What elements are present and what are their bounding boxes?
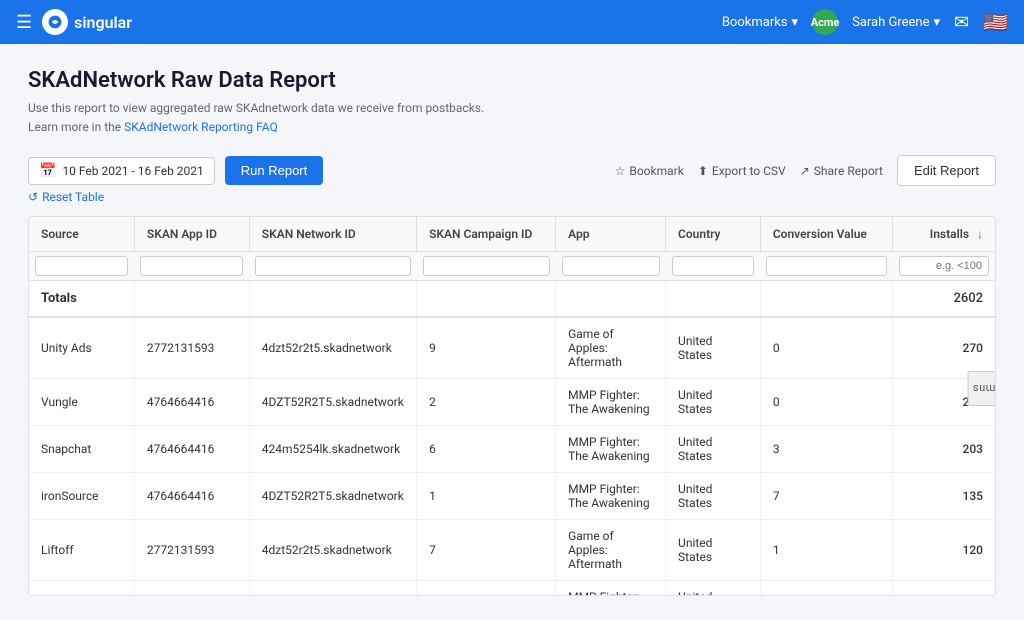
totals-row: Totals 2602 — [29, 281, 995, 318]
sort-icon: ↓ — [977, 227, 983, 241]
filter-row — [29, 252, 995, 281]
page-header: SKAdNetwork Raw Data Report Use this rep… — [28, 68, 996, 137]
share-icon: ↗ — [800, 164, 810, 178]
toolbar-left: 📅 10 Feb 2021 - 16 Feb 2021 Run Report — [28, 156, 323, 185]
user-avatar: Acme — [812, 9, 838, 35]
user-name: Sarah Greene — [852, 15, 929, 30]
toolbar: 📅 10 Feb 2021 - 16 Feb 2021 Run Report ☆… — [28, 155, 996, 186]
filter-skan-network-id[interactable] — [255, 256, 410, 276]
cell-installs: 270 — [893, 317, 995, 379]
cell-installs: 108 — [893, 581, 995, 597]
export-icon: ⬆ — [698, 164, 708, 178]
flag-icon[interactable]: 🇺🇸 — [983, 10, 1008, 34]
date-range: 10 Feb 2021 - 16 Feb 2021 — [62, 164, 203, 178]
col-conversion-value[interactable]: Conversion Value — [760, 217, 892, 252]
logo-text: singular — [74, 13, 132, 32]
filter-skan-app-id[interactable] — [140, 256, 243, 276]
date-picker[interactable]: 📅 10 Feb 2021 - 16 Feb 2021 — [28, 157, 215, 185]
export-csv-link[interactable]: ⬆ Export to CSV — [698, 164, 786, 178]
user-menu[interactable]: Sarah Greene ▾ — [852, 15, 940, 30]
main-content: SKAdNetwork Raw Data Report Use this rep… — [0, 44, 1024, 620]
user-chevron-icon: ▾ — [933, 15, 940, 30]
menu-icon[interactable]: ☰ — [16, 12, 32, 33]
cell-installs: 120 — [893, 520, 995, 581]
col-skan-app-id[interactable]: SKAN App ID — [134, 217, 249, 252]
col-skan-campaign-id[interactable]: SKAN Campaign ID — [417, 217, 556, 252]
table-body: Totals 2602 Unity Ads27721315934dzt52r2t… — [29, 281, 995, 597]
bookmark-star-icon: ☆ — [615, 164, 626, 178]
filter-conversion-value[interactable] — [766, 256, 886, 276]
data-table: Source SKAN App ID SKAN Network ID SKAN … — [29, 217, 995, 596]
filter-country[interactable] — [672, 256, 755, 276]
bookmark-link[interactable]: ☆ Bookmark — [615, 164, 684, 178]
page-description: Use this report to view aggregated raw S… — [28, 99, 996, 137]
col-source[interactable]: Source — [29, 217, 134, 252]
filter-skan-campaign-id[interactable] — [423, 256, 550, 276]
run-report-button[interactable]: Run Report — [225, 156, 323, 185]
data-table-container: Source SKAN App ID SKAN Network ID SKAN … — [28, 216, 996, 596]
table-header-row: Source SKAN App ID SKAN Network ID SKAN … — [29, 217, 995, 252]
bookmarks-label: Bookmarks — [722, 15, 788, 30]
bookmarks-button[interactable]: Bookmarks ▾ — [722, 15, 798, 30]
page-title: SKAdNetwork Raw Data Report — [28, 68, 996, 93]
filter-source[interactable] — [35, 256, 128, 276]
table-row: ironSource4764664416424m5254lk.skadnetwo… — [29, 581, 995, 597]
cell-installs: 203 — [893, 426, 995, 473]
calendar-icon: 📅 — [39, 163, 56, 179]
col-app[interactable]: App — [556, 217, 666, 252]
chat-icon[interactable]: ✉ — [954, 12, 969, 33]
col-country[interactable]: Country — [666, 217, 761, 252]
chevron-down-icon: ▾ — [792, 15, 799, 30]
table-row: Liftoff27721315934dzt52r2t5.skadnetwork7… — [29, 520, 995, 581]
table-row: Snapchat4764664416424m5254lk.skadnetwork… — [29, 426, 995, 473]
refresh-icon: ↺ — [28, 190, 38, 204]
filter-installs[interactable] — [899, 256, 989, 276]
logo: singular — [42, 9, 132, 35]
table-row: Unity Ads27721315934dzt52r2t5.skadnetwor… — [29, 317, 995, 379]
top-navigation: ☰ singular Bookmarks ▾ Acme Sarah Greene… — [0, 0, 1024, 44]
reset-table-link[interactable]: ↺ Reset Table — [28, 190, 996, 204]
share-report-link[interactable]: ↗ Share Report — [800, 164, 883, 178]
totals-installs: 2602 — [893, 281, 995, 318]
table-row: Vungle47646644164DZT52R2T5.skadnetwork2M… — [29, 379, 995, 426]
filter-app[interactable] — [562, 256, 660, 276]
totals-label: Totals — [29, 281, 134, 318]
col-installs[interactable]: Installs ↓ — [893, 217, 995, 252]
edit-report-button[interactable]: Edit Report — [897, 155, 996, 186]
faq-link[interactable]: SKAdNetwork Reporting FAQ — [124, 120, 278, 134]
cell-installs: 135 — [893, 473, 995, 520]
col-skan-network-id[interactable]: SKAN Network ID — [249, 217, 416, 252]
columns-tab[interactable]: Columns — [967, 371, 996, 406]
toolbar-right: ☆ Bookmark ⬆ Export to CSV ↗ Share Repor… — [615, 155, 996, 186]
table-row: ironSource47646644164DZT52R2T5.skadnetwo… — [29, 473, 995, 520]
